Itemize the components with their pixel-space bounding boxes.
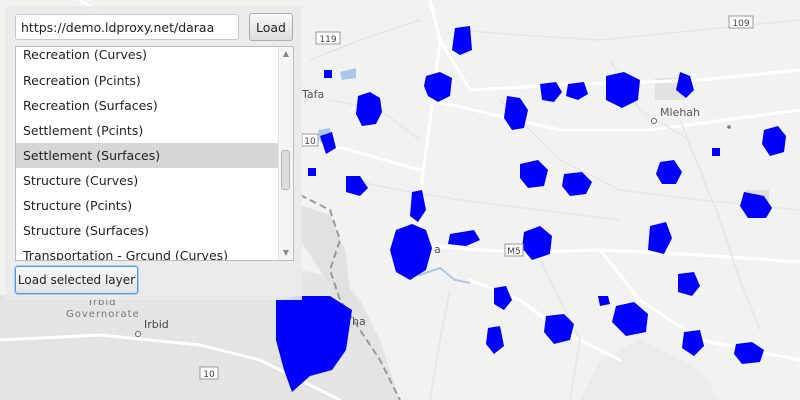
- load-button[interactable]: Load: [249, 13, 293, 41]
- scroll-up-arrow-icon[interactable]: ▲: [279, 47, 293, 61]
- layer-list-items: Recreation (Curves) Recreation (Pcints) …: [16, 47, 279, 260]
- place-label-tafas: Tafa: [301, 88, 324, 101]
- shield-10: 10: [203, 370, 215, 380]
- place-label-mlehah: Mlehah: [660, 106, 700, 119]
- url-input[interactable]: [15, 14, 239, 40]
- list-scrollbar[interactable]: ▲ ▼: [278, 47, 293, 260]
- list-item[interactable]: Transportation - Grcund (Curves): [16, 243, 279, 260]
- shield-119: 119: [319, 35, 336, 45]
- list-item[interactable]: Recreation (Surfaces): [16, 93, 279, 118]
- list-item[interactable]: Structure (Curves): [16, 168, 279, 193]
- region-label-irbid-2: Governorate: [66, 309, 140, 320]
- place-label-daraa: a: [434, 243, 441, 256]
- scroll-thumb[interactable]: [281, 150, 290, 190]
- list-item[interactable]: Settlement (Pcints): [16, 118, 279, 143]
- list-item-selected[interactable]: Settlement (Surfaces): [16, 143, 279, 168]
- shield-109: 109: [732, 19, 749, 29]
- shield-m5: M5: [507, 247, 521, 257]
- list-item[interactable]: Structure (Surfaces): [16, 218, 279, 243]
- place-label-ha: ha: [352, 315, 366, 328]
- scroll-down-arrow-icon[interactable]: ▼: [279, 246, 293, 260]
- list-item[interactable]: Recreation (Curves): [16, 47, 279, 68]
- list-item[interactable]: Structure (Pcints): [16, 193, 279, 218]
- place-label-irbid: Irbid: [144, 318, 169, 331]
- load-selected-layer-button[interactable]: Load selected layer: [15, 266, 138, 294]
- list-item[interactable]: Recreation (Pcints): [16, 68, 279, 93]
- shield-partial: 10: [304, 137, 316, 147]
- layer-list[interactable]: Recreation (Curves) Recreation (Pcints) …: [15, 46, 294, 261]
- layer-panel: Load Recreation (Curves) Recreation (Pci…: [6, 6, 302, 300]
